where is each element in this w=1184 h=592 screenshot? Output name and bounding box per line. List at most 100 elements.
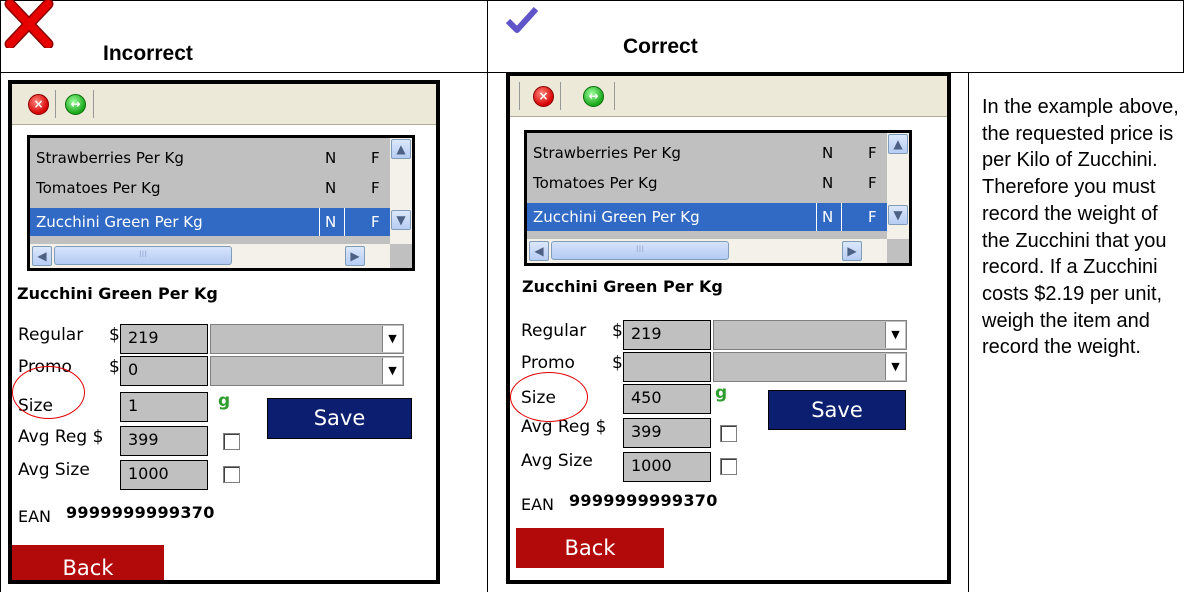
- check-icon: [505, 6, 539, 33]
- ean-label: EAN: [18, 507, 52, 526]
- correct-heading: Correct: [623, 35, 698, 58]
- chevron-down-icon: ▼: [885, 354, 905, 380]
- cancel-button[interactable]: ×: [28, 94, 49, 115]
- description-divider: [968, 72, 969, 592]
- chevron-down-icon: ▼: [382, 358, 402, 384]
- close-icon: ×: [33, 97, 44, 111]
- scroll-thumb[interactable]: III: [551, 241, 729, 260]
- scroll-thumb[interactable]: III: [54, 246, 232, 265]
- regular-price-field[interactable]: 219: [120, 324, 208, 354]
- toolbar: × ↔: [510, 76, 947, 117]
- size-highlight-circle: [12, 366, 85, 419]
- incorrect-device-screen: × ↔ Strawberries Per Kg N F Tomatoes Per…: [8, 80, 440, 584]
- incorrect-heading: Incorrect: [103, 42, 193, 65]
- list-item[interactable]: Strawberries Per Kg N F: [527, 139, 887, 167]
- confirm-button[interactable]: ↔: [583, 86, 604, 107]
- size-field[interactable]: 1: [120, 392, 208, 422]
- avg-reg-checkbox[interactable]: [223, 433, 240, 450]
- scroll-down-button[interactable]: ▼: [888, 205, 908, 225]
- regular-dropdown[interactable]: ▼: [713, 320, 907, 350]
- avg-size-field[interactable]: 1000: [623, 452, 711, 482]
- scroll-right-button[interactable]: ▶: [842, 241, 862, 261]
- regular-currency: $: [612, 321, 623, 341]
- toolbar-separator: [55, 90, 56, 118]
- list-item[interactable]: Tomatoes Per Kg N F: [30, 174, 390, 202]
- regular-label: Regular: [18, 325, 84, 345]
- promo-currency: $: [612, 353, 623, 373]
- promo-dropdown[interactable]: ▼: [713, 352, 907, 382]
- chevron-down-icon: ▼: [885, 322, 905, 348]
- promo-price-field[interactable]: 0: [120, 356, 208, 386]
- chevron-down-icon: ▼: [396, 213, 406, 227]
- scroll-left-button[interactable]: ◀: [32, 246, 52, 266]
- avg-reg-field[interactable]: 399: [623, 418, 711, 448]
- save-button[interactable]: Save: [267, 398, 412, 439]
- ean-value: 9999999999370: [66, 503, 215, 522]
- toolbar-separator: [93, 90, 94, 118]
- list-item[interactable]: Strawberries Per Kg N F: [30, 144, 390, 172]
- promo-currency: $: [109, 357, 120, 377]
- promo-dropdown[interactable]: ▼: [210, 356, 404, 386]
- regular-label: Regular: [521, 321, 587, 341]
- chevron-down-icon: ▼: [382, 326, 402, 352]
- item-name: Zucchini Green Per Kg: [522, 277, 723, 296]
- product-list[interactable]: Strawberries Per Kg N F Tomatoes Per Kg …: [524, 130, 912, 266]
- avg-reg-label: Avg Reg $: [18, 427, 104, 447]
- avg-reg-checkbox[interactable]: [720, 425, 737, 442]
- avg-size-checkbox[interactable]: [720, 458, 737, 475]
- promo-label: Promo: [521, 353, 575, 373]
- correct-device-screen: × ↔ Strawberries Per Kg N F Tomatoes Per…: [506, 72, 951, 584]
- table-column-divider: [487, 0, 488, 592]
- promo-price-field[interactable]: [623, 352, 711, 382]
- chevron-left-icon: ◀: [534, 244, 544, 258]
- scroll-right-button[interactable]: ▶: [345, 246, 365, 266]
- arrows-icon: ↔: [588, 89, 599, 103]
- toolbar: × ↔: [12, 84, 436, 125]
- scroll-up-button[interactable]: ▲: [391, 139, 411, 159]
- ean-label: EAN: [521, 495, 555, 514]
- confirm-button[interactable]: ↔: [65, 94, 86, 115]
- save-button[interactable]: Save: [768, 390, 906, 430]
- table-border-top: [0, 0, 1184, 1]
- toolbar-separator: [519, 82, 520, 110]
- back-button[interactable]: Back: [12, 545, 164, 580]
- scroll-down-button[interactable]: ▼: [391, 210, 411, 230]
- chevron-up-icon: ▲: [396, 142, 406, 156]
- avg-size-field[interactable]: 1000: [120, 460, 208, 490]
- avg-size-checkbox[interactable]: [223, 466, 240, 483]
- chevron-up-icon: ▲: [893, 137, 903, 151]
- avg-size-label: Avg Size: [18, 460, 90, 480]
- regular-currency: $: [109, 325, 120, 345]
- avg-reg-field[interactable]: 399: [120, 426, 208, 456]
- item-name: Zucchini Green Per Kg: [17, 284, 218, 303]
- vertical-scrollbar[interactable]: ▲ ▼: [887, 133, 909, 239]
- chevron-left-icon: ◀: [37, 249, 47, 263]
- product-list[interactable]: Strawberries Per Kg N F Tomatoes Per Kg …: [27, 135, 415, 271]
- regular-price-field[interactable]: 219: [623, 320, 711, 350]
- table-border-left: [0, 0, 1, 592]
- list-item-selected[interactable]: Zucchini Green Per Kg N F: [527, 203, 887, 231]
- cross-icon: [4, 0, 54, 48]
- size-unit: g: [715, 383, 728, 403]
- horizontal-scrollbar[interactable]: ◀ III ▶: [527, 239, 887, 263]
- size-highlight-circle: [510, 372, 588, 422]
- vertical-scrollbar[interactable]: ▲ ▼: [390, 138, 412, 244]
- description-text: In the example above, the requested pric…: [982, 96, 1179, 359]
- list-item[interactable]: Tomatoes Per Kg N F: [527, 169, 887, 197]
- toolbar-separator: [560, 82, 561, 110]
- chevron-right-icon: ▶: [350, 249, 360, 263]
- size-unit: g: [218, 391, 231, 411]
- chevron-down-icon: ▼: [893, 208, 903, 222]
- arrows-icon: ↔: [70, 97, 81, 111]
- horizontal-scrollbar[interactable]: ◀ III ▶: [30, 244, 390, 268]
- chevron-right-icon: ▶: [847, 244, 857, 258]
- scroll-left-button[interactable]: ◀: [529, 241, 549, 261]
- back-button[interactable]: Back: [516, 528, 664, 568]
- regular-dropdown[interactable]: ▼: [210, 324, 404, 354]
- cancel-button[interactable]: ×: [533, 86, 554, 107]
- scroll-up-button[interactable]: ▲: [888, 134, 908, 154]
- size-field[interactable]: 450: [623, 384, 711, 414]
- avg-size-label: Avg Size: [521, 451, 593, 471]
- list-item-selected[interactable]: Zucchini Green Per Kg N F: [30, 208, 390, 236]
- close-icon: ×: [538, 89, 549, 103]
